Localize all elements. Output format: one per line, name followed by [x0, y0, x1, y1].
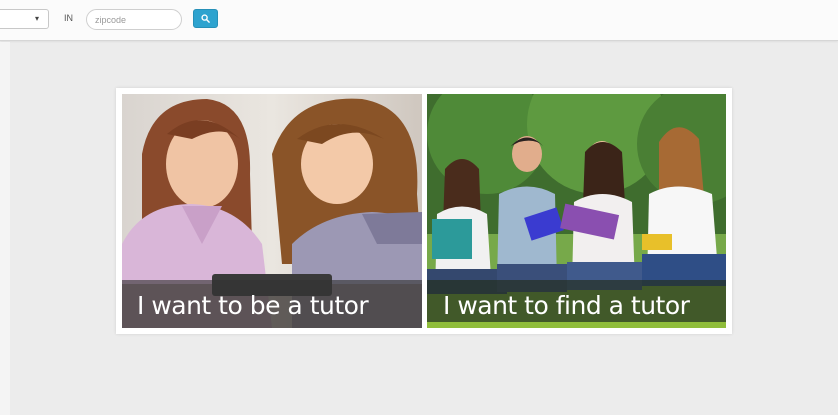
be-a-tutor-card[interactable]: I want to be a tutor	[122, 94, 422, 328]
top-search-bar: ▾ IN	[0, 0, 838, 41]
search-icon	[201, 14, 210, 23]
role-choice-panel: I want to be a tutor I want to find a tu…	[116, 88, 732, 334]
caption-bar: I want to find a tutor	[427, 280, 726, 328]
find-a-tutor-caption: I want to find a tutor	[443, 291, 690, 320]
category-select[interactable]: ▾	[0, 9, 49, 29]
grass-strip	[427, 322, 726, 328]
caret-down-icon: ▾	[34, 14, 39, 23]
search-button[interactable]	[193, 9, 218, 28]
be-a-tutor-caption: I want to be a tutor	[137, 291, 369, 320]
find-a-tutor-card[interactable]: I want to find a tutor	[427, 94, 726, 328]
left-sidebar-edge	[0, 42, 10, 415]
caption-bar: I want to be a tutor	[122, 280, 422, 328]
zipcode-input[interactable]	[86, 9, 182, 30]
in-label: IN	[64, 13, 73, 23]
